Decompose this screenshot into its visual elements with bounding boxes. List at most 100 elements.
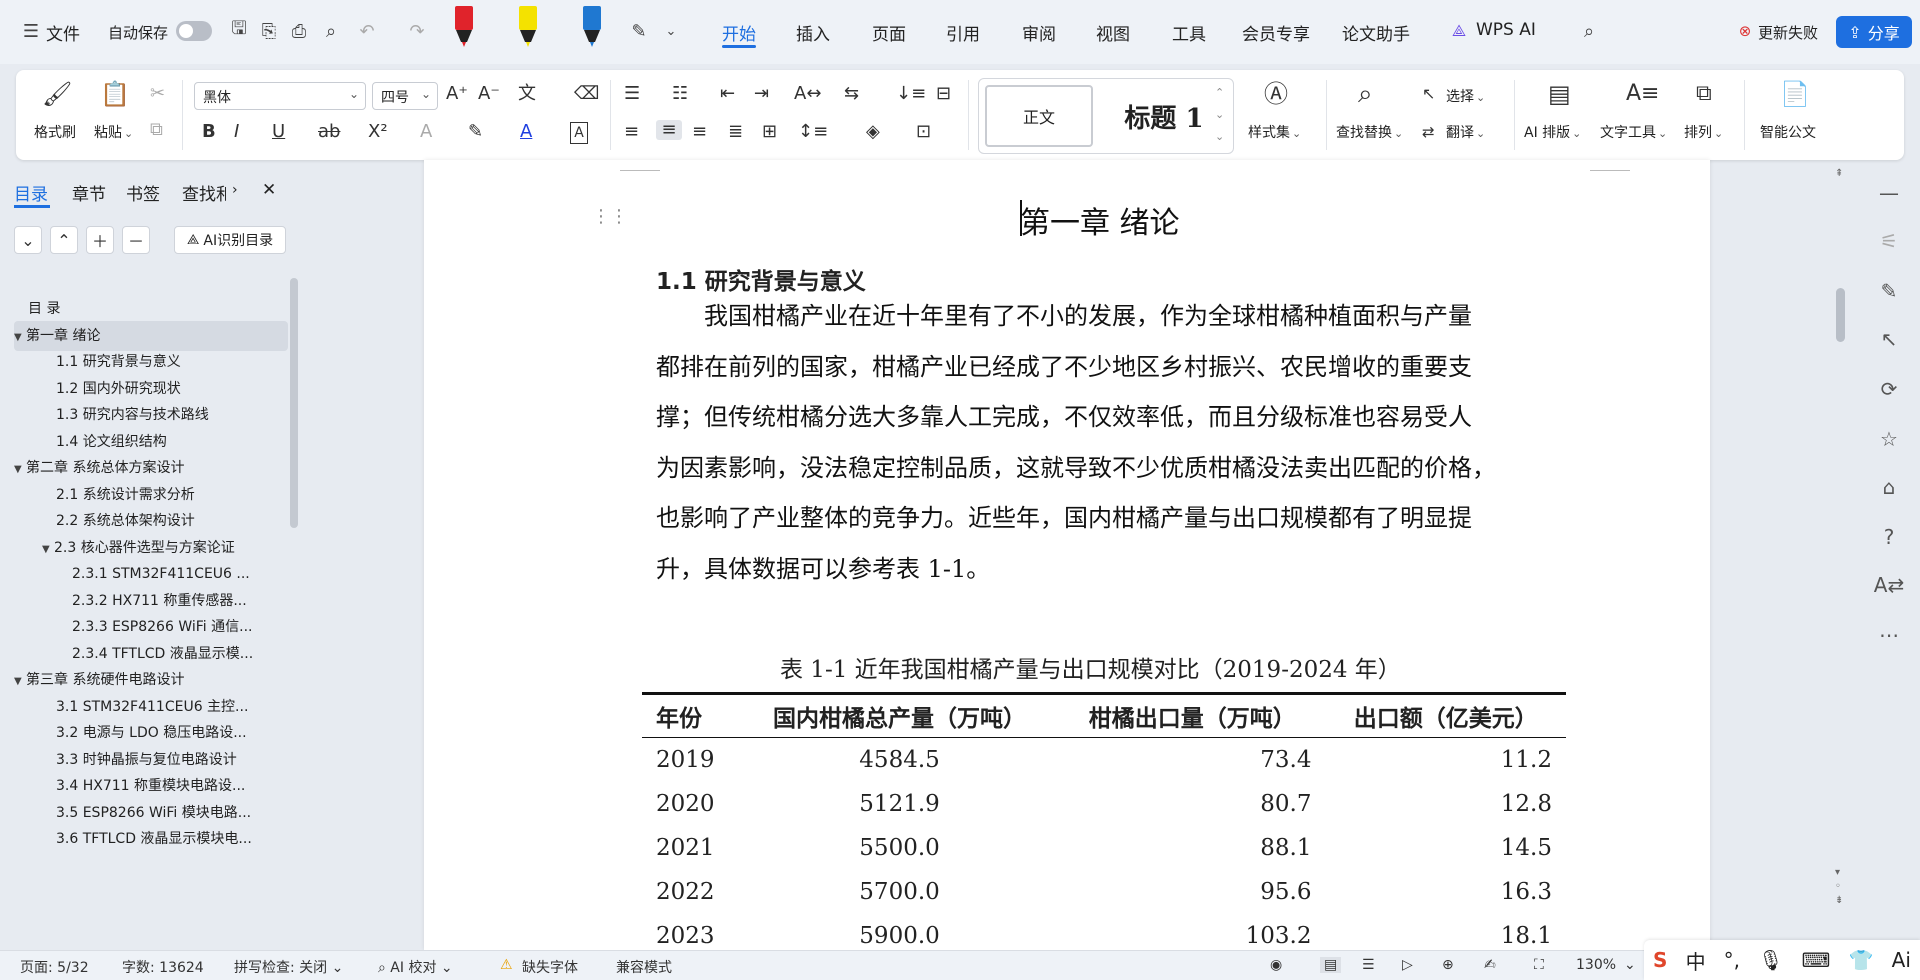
tab-page[interactable]: 页面 xyxy=(872,20,906,45)
keyboard-icon[interactable]: ⌨ xyxy=(1802,948,1831,972)
ime-punctuation-icon[interactable]: °, xyxy=(1724,948,1740,972)
text-tools-button[interactable]: 文字工具 ⌄ xyxy=(1600,122,1667,142)
scroll-thumb[interactable] xyxy=(1836,288,1845,342)
ai-proof-button[interactable]: ⌕ AI 校对 ⌄ xyxy=(378,957,453,977)
toc-item[interactable]: 目 录 xyxy=(28,294,282,324)
autosave-toggle[interactable] xyxy=(176,21,212,41)
skin-icon[interactable]: 👕 xyxy=(1849,948,1874,972)
update-failed-label[interactable]: 更新失败 xyxy=(1758,22,1818,43)
scroll-top-icon[interactable]: ⇞ xyxy=(1835,168,1843,179)
toc-item[interactable]: 3.3 时钟晶振与复位电路设计 xyxy=(56,745,282,775)
find-replace-icon[interactable]: ⌕ xyxy=(1358,81,1373,107)
document-page[interactable]: ⋮⋮ 第一章 绪论 1.1 研究背景与意义 我国柑橘产业在近十年里有了不小的发展… xyxy=(424,160,1710,950)
tab-references[interactable]: 引用 xyxy=(946,20,980,45)
scroll-down-icon[interactable]: ⌄ xyxy=(1215,105,1224,125)
paste-button[interactable]: 粘贴 ⌄ xyxy=(94,122,133,142)
toc-item[interactable]: 3.1 STM32F411CEU6 主控... xyxy=(56,692,282,722)
justify-icon[interactable]: ≣ xyxy=(728,122,743,142)
print-preview-icon[interactable]: ⌕ xyxy=(318,18,344,44)
char-spacing-icon[interactable]: ⊟ xyxy=(936,84,951,104)
file-menu[interactable]: 文件 xyxy=(46,20,80,45)
strikethrough-icon[interactable]: ab xyxy=(318,122,340,142)
styles-set-icon[interactable]: Ⓐ xyxy=(1264,82,1288,106)
edit-icon[interactable]: ✎ xyxy=(1864,276,1914,306)
align-center-icon[interactable]: ≡ xyxy=(656,120,682,140)
undo-icon[interactable]: ↶ xyxy=(354,18,380,44)
blue-highlighter-icon[interactable] xyxy=(580,4,604,48)
collapse-down-button[interactable]: ⌄ xyxy=(14,226,42,254)
arrange-icon[interactable]: ⧉ xyxy=(1696,83,1712,105)
toc-item[interactable]: 3.2 电源与 LDO 稳压电路设... xyxy=(56,718,282,748)
toc-item[interactable]: ▼ 2.3 核心器件选型与方案论证 xyxy=(42,533,282,563)
char-border-icon[interactable]: A xyxy=(570,122,588,144)
numbered-list-icon[interactable]: ☷ xyxy=(672,84,688,104)
share-icon[interactable]: ⟳ xyxy=(1864,374,1914,404)
nav-tab-toc[interactable]: 目录 xyxy=(14,180,48,205)
toc-item[interactable]: ▼ 第二章 系统总体方案设计 xyxy=(14,453,282,483)
expand-gallery-icon[interactable]: ⌄ xyxy=(1215,127,1224,147)
italic-icon[interactable]: I xyxy=(234,122,239,142)
tab-tools[interactable]: 工具 xyxy=(1172,20,1206,45)
play-icon[interactable]: ▷ xyxy=(1402,957,1413,973)
shirt-icon[interactable]: ⌂ xyxy=(1864,472,1914,502)
smart-doc-icon[interactable]: 📄 xyxy=(1780,82,1810,106)
word-count[interactable]: 字数: 13624 xyxy=(122,957,204,977)
translate-button[interactable]: 翻译 ⌄ xyxy=(1446,122,1485,142)
translate-side-icon[interactable]: A⇄ xyxy=(1864,570,1914,600)
toc-item[interactable]: 2.3.1 STM32F411CEU6 ... xyxy=(72,559,282,589)
format-painter-icon[interactable]: 🖌 xyxy=(42,82,72,106)
tab-member[interactable]: 会员专享 xyxy=(1242,20,1310,45)
text-effect-icon[interactable]: A xyxy=(420,122,432,142)
distributed-align-icon[interactable]: ⊞ xyxy=(762,122,777,142)
web-view-icon[interactable]: ⊕ xyxy=(1442,957,1454,973)
toc-item[interactable]: 3.5 ESP8266 WiFi 模块电路... xyxy=(56,798,282,828)
align-left-icon[interactable]: ≡ xyxy=(624,122,639,142)
pen-icon[interactable]: ✎ xyxy=(626,18,652,44)
zoom-dropdown-icon[interactable]: ⌄ xyxy=(1624,957,1636,973)
section-heading[interactable]: 1.1 研究背景与意义 xyxy=(656,262,866,296)
search-icon[interactable]: ⌕ xyxy=(1576,18,1602,44)
ime-chinese-mode[interactable]: 中 xyxy=(1686,946,1706,975)
clear-format-icon[interactable]: ⌫ xyxy=(574,84,599,104)
toc-item[interactable]: ▼ 第三章 系统硬件电路设计 xyxy=(14,665,282,695)
borders-icon[interactable]: ⊡ xyxy=(916,122,931,142)
chevron-down-icon[interactable]: ⌄ xyxy=(658,18,684,44)
font-name-select[interactable]: 黑体 ⌄ xyxy=(194,82,366,110)
toc-item[interactable]: 2.3.2 HX711 称重传感器... xyxy=(72,586,282,616)
highlight-icon[interactable]: ✎ xyxy=(468,122,483,142)
save-icon[interactable]: 🖫 xyxy=(226,18,252,44)
toc-item[interactable]: 1.4 论文组织结构 xyxy=(56,427,282,457)
close-icon[interactable]: ✕ xyxy=(262,180,276,200)
ai-icon[interactable]: Ai xyxy=(1892,948,1911,972)
scroll-up-icon[interactable]: ⌃ xyxy=(1215,83,1224,103)
bullet-list-icon[interactable]: ☰ xyxy=(624,84,640,104)
expand-triangle-icon[interactable]: ▼ xyxy=(14,323,26,351)
copy-icon[interactable]: ⧉ xyxy=(150,120,163,140)
zoom-level[interactable]: 130% xyxy=(1576,957,1616,973)
table-caption[interactable]: 表 1-1 近年我国柑橘产量与出口规模对比（2019-2024 年） xyxy=(780,650,1401,684)
expand-triangle-icon[interactable]: ▼ xyxy=(14,455,26,483)
chevron-right-icon[interactable]: › xyxy=(232,182,238,198)
export-pdf-icon[interactable]: ⎘ xyxy=(256,18,282,44)
toc-item[interactable]: 3.4 HX711 称重模块电路设... xyxy=(56,771,282,801)
tab-view[interactable]: 视图 xyxy=(1096,20,1130,45)
outline-view-icon[interactable]: ☰ xyxy=(1362,957,1375,973)
tab-wps-ai[interactable]: WPS AI xyxy=(1476,20,1536,40)
toc-item[interactable]: 1.3 研究内容与技术路线 xyxy=(56,400,282,430)
align-right-icon[interactable]: ≡ xyxy=(692,122,707,142)
eye-protection-icon[interactable]: ◉ xyxy=(1270,957,1282,973)
underline-icon[interactable]: U xyxy=(272,122,285,142)
grow-font-icon[interactable]: A⁺ xyxy=(446,84,468,104)
more-icon[interactable]: ⋯ xyxy=(1864,620,1914,650)
text-tools-icon[interactable]: A≡ xyxy=(1626,83,1659,105)
tab-review[interactable]: 审阅 xyxy=(1022,20,1056,45)
shrink-font-icon[interactable]: A⁻ xyxy=(478,84,500,104)
tab-home[interactable]: 开始 xyxy=(722,20,756,45)
chapter-title[interactable]: 第一章 绪论 xyxy=(1020,198,1180,242)
missing-font-label[interactable]: 缺失字体 xyxy=(522,957,578,977)
toc-item[interactable]: 2.2 系统总体架构设计 xyxy=(56,506,282,536)
expand-triangle-icon[interactable]: ▼ xyxy=(14,667,26,695)
write-mode-icon[interactable]: ✍ xyxy=(1484,957,1496,973)
share-button[interactable]: ⇪ 分享 xyxy=(1836,16,1912,48)
nav-tab-chapters[interactable]: 章节 xyxy=(72,180,106,205)
